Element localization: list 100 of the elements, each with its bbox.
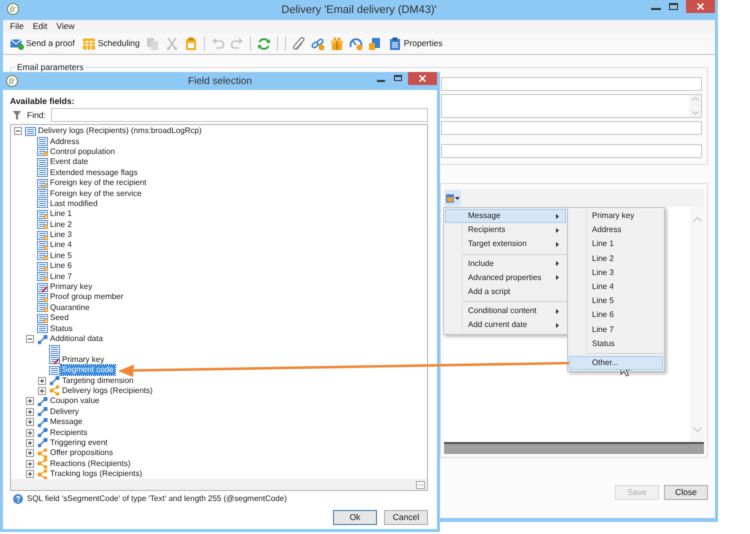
expand-toggle[interactable] xyxy=(26,408,34,416)
tree-item[interactable]: Message xyxy=(49,417,84,428)
list-icon xyxy=(25,126,36,137)
expand-toggle[interactable] xyxy=(38,386,46,395)
envelope-icon xyxy=(10,36,24,50)
tree-item[interactable]: Line 3 xyxy=(49,230,73,240)
expand-toggle[interactable] xyxy=(38,376,46,385)
menu-item[interactable]: Message xyxy=(445,209,566,224)
tree-item[interactable]: Line 2 xyxy=(49,220,73,230)
menu-item[interactable]: Line 3 xyxy=(569,266,663,280)
expand-toggle[interactable] xyxy=(26,460,34,468)
menu-item[interactable]: Line 5 xyxy=(569,294,663,308)
close-button[interactable] xyxy=(408,72,437,85)
document-icon[interactable] xyxy=(368,36,382,50)
expand-toggle[interactable] xyxy=(26,418,34,426)
list-icon xyxy=(37,136,48,148)
tree-item[interactable]: Coupon value xyxy=(49,396,100,406)
link-icon xyxy=(49,375,60,386)
paperclip-icon[interactable] xyxy=(292,36,306,50)
tree-item[interactable]: Delivery logs (Recipients) xyxy=(61,386,154,396)
tree-item[interactable]: Line 6 xyxy=(49,261,73,272)
menu-item[interactable]: Include xyxy=(445,256,566,271)
menu-item[interactable]: Other... xyxy=(569,356,663,370)
tree-item[interactable]: Line 5 xyxy=(49,250,73,261)
tree-item[interactable]: Triggering event xyxy=(49,438,109,448)
maximize-icon[interactable] xyxy=(669,3,678,10)
expand-toggle[interactable] xyxy=(26,428,34,437)
close-button[interactable]: Close xyxy=(664,485,708,500)
refresh-icon[interactable] xyxy=(256,36,271,50)
menu-item[interactable]: Line 1 xyxy=(569,237,663,252)
tree-item[interactable]: Foreign key of the recipient xyxy=(49,178,148,188)
expand-toggle[interactable] xyxy=(26,397,34,406)
tree-item[interactable]: Quarantine xyxy=(49,302,91,313)
menu-item[interactable]: Line 2 xyxy=(569,252,663,266)
menu-item[interactable]: Advanced properties xyxy=(445,270,566,285)
input-field[interactable] xyxy=(441,121,702,135)
tree-item[interactable]: Primary key xyxy=(49,282,94,292)
maximize-icon[interactable] xyxy=(394,75,402,81)
tree-item[interactable]: Targeting dimension xyxy=(61,376,135,386)
input-field[interactable] xyxy=(441,77,702,91)
list-icon xyxy=(37,167,48,178)
link-icon xyxy=(37,416,48,428)
tree-item[interactable]: Extended message flags xyxy=(49,168,139,178)
tree-item[interactable]: Seed xyxy=(49,313,70,324)
help-icon xyxy=(13,494,23,504)
tree-item[interactable]: Last modified xyxy=(49,198,99,209)
tree-item[interactable]: Event date xyxy=(49,157,90,168)
close-button[interactable] xyxy=(686,0,715,13)
tree-item[interactable]: Status xyxy=(49,324,74,334)
tree-item[interactable]: Recipients xyxy=(49,428,88,438)
scheduling-button[interactable]: Scheduling xyxy=(80,34,141,52)
tree-item[interactable]: Proof group member xyxy=(49,292,124,302)
menu-item[interactable]: View xyxy=(56,20,75,33)
expand-toggle[interactable] xyxy=(26,449,34,458)
menu-item[interactable]: Add a script xyxy=(445,284,566,300)
expand-toggle[interactable] xyxy=(26,438,34,447)
menu-item[interactable]: Recipients xyxy=(445,223,566,238)
tree-item[interactable]: Reactions (Recipients) xyxy=(49,458,132,469)
menu-item[interactable]: Address xyxy=(569,223,663,238)
tree-item[interactable]: Foreign key of the service xyxy=(49,188,143,199)
menu-item[interactable]: Status xyxy=(569,336,663,351)
tree-item[interactable]: Control population xyxy=(49,146,116,157)
menu-item[interactable]: Conditional content xyxy=(445,304,566,318)
input-field[interactable] xyxy=(441,144,702,158)
menu-item[interactable]: Edit xyxy=(32,20,48,33)
tree-item[interactable]: Line 7 xyxy=(49,272,73,282)
send-proof-button[interactable]: Send a proof xyxy=(9,34,76,52)
tree-item[interactable]: Offer propositions xyxy=(49,448,114,458)
tree-item[interactable]: Address xyxy=(49,136,80,147)
menu-item[interactable]: Target extension xyxy=(445,237,566,252)
menu-item[interactable]: Line 4 xyxy=(569,280,663,294)
menu-item[interactable]: Line 6 xyxy=(569,308,663,322)
menu-item[interactable]: Line 7 xyxy=(569,322,663,337)
menu-item[interactable]: Primary key xyxy=(569,209,663,224)
tree-item[interactable]: Delivery logs (Recipients) (nms:broadLogRcp) xyxy=(37,126,203,136)
field-icon xyxy=(446,194,454,202)
collapse-toggle[interactable] xyxy=(26,335,34,343)
menu-item[interactable]: Add current date xyxy=(445,318,566,332)
tree-item[interactable]: Delivery xyxy=(49,406,80,417)
clipboard-icon[interactable] xyxy=(184,36,198,50)
tree-item[interactable]: Additional data xyxy=(49,334,104,344)
tree-item[interactable]: Line 4 xyxy=(49,240,73,250)
expand-toggle[interactable] xyxy=(26,470,34,478)
tree-item[interactable]: Tracking logs (Recipients) xyxy=(49,469,144,480)
menu-item[interactable]: File xyxy=(10,20,24,33)
find-field[interactable] xyxy=(50,108,428,122)
list-gear-icon xyxy=(37,302,48,314)
cancel-button[interactable]: Cancel xyxy=(384,510,428,525)
ok-button[interactable]: Ok xyxy=(333,510,377,525)
collapse-toggle[interactable] xyxy=(14,127,22,136)
chain-icon[interactable] xyxy=(310,36,325,50)
list-icon xyxy=(49,364,60,376)
available-fields-label: Available fields: xyxy=(10,96,76,106)
gauge-icon[interactable] xyxy=(348,36,363,50)
gift-icon[interactable] xyxy=(330,36,344,50)
tree-item[interactable]: Line 1 xyxy=(49,209,73,220)
properties-button[interactable]: Properties xyxy=(386,34,444,52)
insert-dropdown-button[interactable] xyxy=(445,190,461,206)
tree-item[interactable]: Primary key xyxy=(61,354,106,365)
grip-icon[interactable] xyxy=(416,480,425,489)
